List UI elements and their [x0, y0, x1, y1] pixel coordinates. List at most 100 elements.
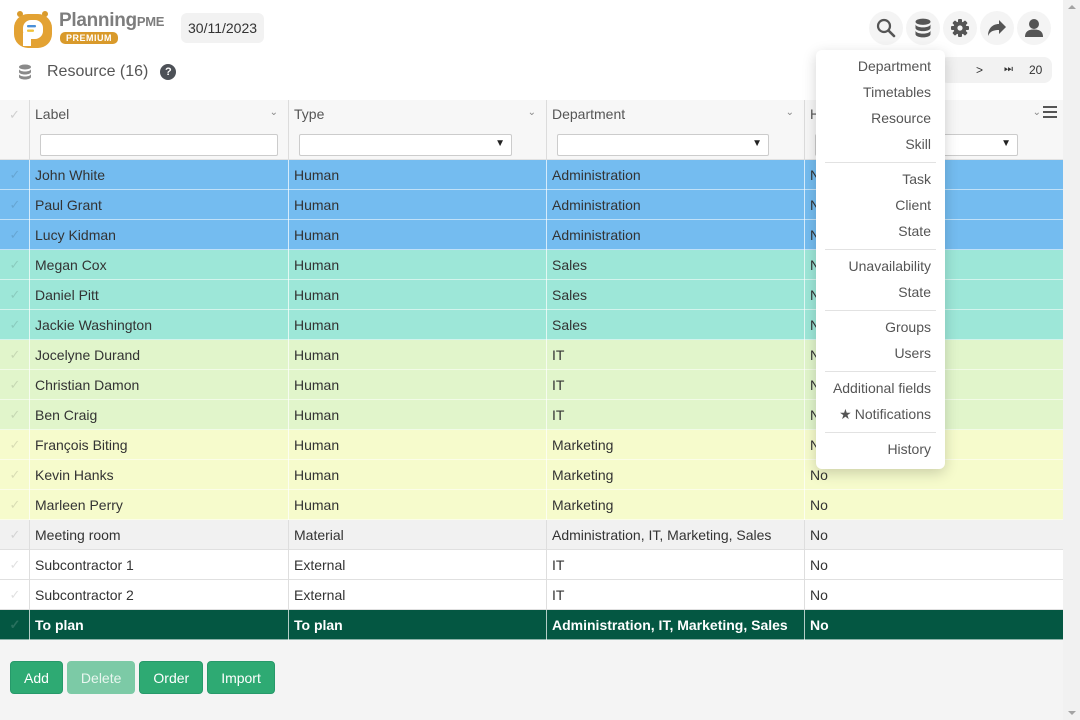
user-button[interactable] — [1017, 11, 1051, 45]
chevron-down-icon[interactable]: ⌄ — [1033, 107, 1041, 118]
current-date[interactable]: 30/11/2023 — [181, 13, 265, 43]
menu-item-resource[interactable]: Resource — [816, 106, 945, 132]
search-button[interactable] — [869, 11, 903, 45]
page-title: Resource (16) — [47, 63, 149, 80]
table-row[interactable]: ✓ Subcontractor 1 External IT No — [0, 550, 1063, 580]
column-type[interactable]: Type ⌄ ▼ — [288, 100, 546, 160]
row-checkbox[interactable]: ✓ — [0, 340, 30, 370]
add-button[interactable]: Add — [10, 661, 63, 694]
settings-button[interactable] — [943, 11, 977, 45]
column-department[interactable]: Department ⌄ ▼ — [546, 100, 804, 160]
scroll-down-arrow-icon[interactable] — [1068, 711, 1076, 715]
import-button[interactable]: Import — [207, 661, 275, 694]
cell-department: Marketing — [546, 490, 804, 520]
cell-label: Daniel Pitt — [29, 280, 288, 310]
menu-item-additional-fields[interactable]: Additional fields — [816, 376, 945, 402]
cell-department: Administration — [546, 160, 804, 190]
chevron-down-icon[interactable]: ⌄ — [270, 107, 278, 118]
menu-item-history[interactable]: History — [816, 437, 945, 463]
row-checkbox[interactable]: ✓ — [0, 490, 30, 520]
delete-button[interactable]: Delete — [66, 661, 136, 694]
cell-department: IT — [546, 370, 804, 400]
row-checkbox[interactable]: ✓ — [0, 550, 30, 580]
cell-type: Human — [288, 190, 546, 220]
row-checkbox[interactable]: ✓ — [0, 220, 30, 250]
cell-type: Human — [288, 430, 546, 460]
menu-item-timetables[interactable]: Timetables — [816, 80, 945, 106]
cell-type: Human — [288, 220, 546, 250]
cell-h: No — [804, 490, 1063, 520]
menu-item-client[interactable]: Client — [816, 193, 945, 219]
cell-department: IT — [546, 400, 804, 430]
cell-label: Jocelyne Durand — [29, 340, 288, 370]
chevron-down-icon[interactable]: ⌄ — [528, 107, 536, 118]
menu-item-unavailability[interactable]: Unavailability — [816, 254, 945, 280]
column-menu-icon[interactable] — [1043, 106, 1057, 121]
menu-separator — [825, 432, 936, 433]
cell-type: Human — [288, 490, 546, 520]
cell-department: IT — [546, 340, 804, 370]
menu-item-label: Department — [857, 58, 931, 74]
table-row[interactable]: ✓ Meeting room Material Administration, IT,… — [0, 520, 1063, 550]
cell-type: Human — [288, 370, 546, 400]
cell-department: Administration — [546, 220, 804, 250]
column-label[interactable]: Label ⌄ — [29, 100, 288, 160]
cell-type: Human — [288, 460, 546, 490]
cell-department: Sales — [546, 250, 804, 280]
row-checkbox[interactable]: ✓ — [0, 160, 30, 190]
gear-icon — [951, 19, 969, 37]
cell-department: Sales — [546, 310, 804, 340]
row-checkbox[interactable]: ✓ — [0, 520, 30, 550]
row-checkbox[interactable]: ✓ — [0, 280, 30, 310]
row-checkbox[interactable]: ✓ — [0, 610, 30, 640]
cell-label: Meeting room — [29, 520, 288, 550]
row-checkbox[interactable]: ✓ — [0, 430, 30, 460]
row-checkbox[interactable]: ✓ — [0, 310, 30, 340]
menu-item-notifications[interactable]: ★ Notifications — [816, 402, 945, 428]
database-button[interactable] — [906, 11, 940, 45]
page: PlanningPME PREMIUM 30/11/2023 Resource … — [0, 0, 1063, 720]
table-row[interactable]: ✓ Subcontractor 2 External IT No — [0, 580, 1063, 610]
table-row[interactable]: ✓ To plan To plan Administration, IT, Marke… — [0, 610, 1063, 640]
cell-department: Administration, IT, Marketing, Sales — [546, 610, 804, 640]
share-button[interactable] — [980, 11, 1014, 45]
row-checkbox[interactable]: ✓ — [0, 460, 30, 490]
row-checkbox[interactable]: ✓ — [0, 250, 30, 280]
label-filter-input[interactable] — [40, 134, 278, 156]
row-checkbox[interactable]: ✓ — [0, 190, 30, 220]
type-filter-select[interactable]: ▼ — [299, 134, 512, 156]
menu-item-label: State — [898, 223, 931, 239]
row-checkbox[interactable]: ✓ — [0, 580, 30, 610]
next-page-button[interactable]: > — [976, 63, 983, 77]
chevron-down-icon: ▼ — [495, 138, 505, 149]
select-all-checkbox[interactable]: ✓ — [0, 100, 29, 160]
scroll-up-arrow-icon[interactable] — [1068, 5, 1076, 9]
row-checkbox[interactable]: ✓ — [0, 370, 30, 400]
menu-item-label: Skill — [905, 136, 931, 152]
menu-item-task[interactable]: Task — [816, 167, 945, 193]
menu-item-label: Unavailability — [848, 258, 931, 274]
menu-item-state[interactable]: State — [816, 219, 945, 245]
order-button[interactable]: Order — [139, 661, 204, 694]
table-row[interactable]: ✓ Marleen Perry Human Marketing No — [0, 490, 1063, 520]
database-dropdown-menu: Department Timetables Resource Skill Task Cli… — [816, 50, 945, 469]
menu-item-users[interactable]: Users — [816, 341, 945, 367]
cell-type: To plan — [288, 610, 546, 640]
row-checkbox[interactable]: ✓ — [0, 400, 30, 430]
app-logo-text: PlanningPME — [59, 10, 165, 31]
vertical-scrollbar[interactable] — [1063, 0, 1080, 720]
cell-type: Material — [288, 520, 546, 550]
cell-department: Marketing — [546, 430, 804, 460]
chevron-down-icon[interactable]: ⌄ — [786, 107, 794, 118]
department-filter-select[interactable]: ▼ — [557, 134, 769, 156]
planningpme-logo-icon — [14, 11, 52, 48]
menu-item-state[interactable]: State — [816, 280, 945, 306]
menu-item-department[interactable]: Department — [816, 54, 945, 80]
cell-label: Lucy Kidman — [29, 220, 288, 250]
menu-item-skill[interactable]: Skill — [816, 132, 945, 158]
menu-item-groups[interactable]: Groups — [816, 315, 945, 341]
page-header: Resource (16) ? — [18, 60, 177, 84]
last-page-button[interactable]: ⏭ — [1004, 64, 1013, 75]
help-icon[interactable]: ? — [160, 64, 177, 80]
page-size[interactable]: 20 — [1029, 63, 1042, 77]
